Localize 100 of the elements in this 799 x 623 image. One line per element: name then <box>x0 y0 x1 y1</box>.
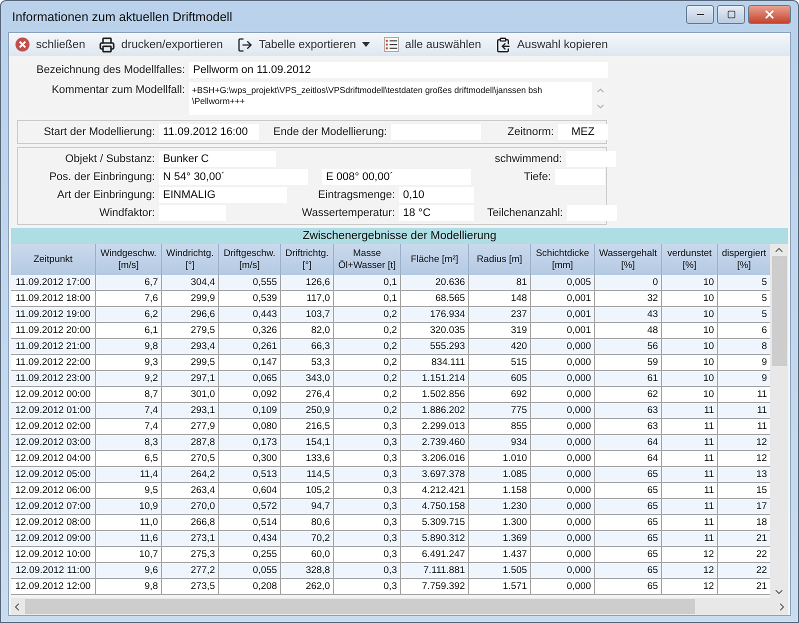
table-cell: 10,7 <box>96 547 162 562</box>
column-header[interactable]: Masse Öl+Wasser [t] <box>334 244 401 275</box>
table-cell: 1.437 <box>469 547 531 562</box>
floating-field[interactable] <box>566 151 616 167</box>
table-cell: 264,2 <box>162 467 219 482</box>
table-cell: 775 <box>469 403 531 418</box>
table-cell: 0,109 <box>219 403 281 418</box>
table-cell: 63 <box>595 419 662 434</box>
table-cell: 270,0 <box>162 499 219 514</box>
table-cell: 10 <box>662 371 718 386</box>
table-cell: 11 <box>662 419 718 434</box>
toolbar-button[interactable]: schließen <box>13 34 88 55</box>
table-cell: 4.212.421 <box>401 483 469 498</box>
table-cell: 297,1 <box>162 371 219 386</box>
table-cell: 276,4 <box>281 387 334 402</box>
table-cell: 0,055 <box>219 563 281 578</box>
toolbar-button[interactable]: Tabelle exportieren <box>234 34 372 55</box>
table-cell: 301,0 <box>162 387 219 402</box>
table-cell: 0,000 <box>531 563 595 578</box>
table-cell: 60,0 <box>281 547 334 562</box>
particle-count-field[interactable] <box>567 205 617 221</box>
table-cell: 299,5 <box>162 355 219 370</box>
column-header[interactable]: Driftrichtg. [°] <box>281 244 334 275</box>
table-cell: 273,5 <box>162 579 219 594</box>
table-cell: 11 <box>662 515 718 530</box>
table-cell: 1.085 <box>469 467 531 482</box>
table-cell: 11.09.2012 19:00 <box>11 307 96 322</box>
clipboard-icon <box>495 36 512 52</box>
substance-field[interactable]: Bunker C <box>159 151 276 167</box>
table-cell: 10 <box>662 291 718 306</box>
toolbar-button[interactable]: drucken/exportieren <box>97 34 225 55</box>
table-cell: 0,300 <box>219 451 281 466</box>
column-header[interactable]: Driftgeschw. [m/s] <box>219 244 281 275</box>
table-cell: 11.09.2012 20:00 <box>11 323 96 338</box>
table-cell: 12.09.2012 09:00 <box>11 531 96 546</box>
table-cell: 11.09.2012 22:00 <box>11 355 96 370</box>
table-cell: 12 <box>662 563 718 578</box>
table-cell: 12.09.2012 00:00 <box>11 387 96 402</box>
table-cell: 61 <box>595 371 662 386</box>
scroll-thumb[interactable] <box>772 256 786 366</box>
table-cell: 65 <box>595 483 662 498</box>
column-header[interactable]: Schichtdicke [mm] <box>531 244 595 275</box>
table-cell: 0,514 <box>219 515 281 530</box>
name-field[interactable]: Pellworm on 11.09.2012 <box>189 62 608 78</box>
table-cell: 299,9 <box>162 291 219 306</box>
table-cell: 12.09.2012 08:00 <box>11 515 96 530</box>
column-header[interactable]: Zeitpunkt <box>11 244 96 275</box>
vertical-scrollbar[interactable] <box>770 244 788 598</box>
table-cell: 2.299.013 <box>401 419 469 434</box>
table-cell: 320.035 <box>401 323 469 338</box>
depth-field[interactable] <box>555 169 605 185</box>
table-cell: 0,000 <box>531 547 595 562</box>
toolbar-button[interactable]: alle auswählen <box>382 34 484 55</box>
table-cell: 277,9 <box>162 419 219 434</box>
table-cell: 3.206.016 <box>401 451 469 466</box>
start-field[interactable]: 11.09.2012 16:00 <box>159 124 259 140</box>
water-temperature-field[interactable]: 18 °C <box>399 205 474 221</box>
column-header[interactable]: Wassergehalt [%] <box>595 244 662 275</box>
column-header[interactable]: Windgeschw. [m/s] <box>96 244 162 275</box>
table-cell: 1.369 <box>469 531 531 546</box>
table-cell: 11 <box>662 467 718 482</box>
column-header[interactable]: Radius [m] <box>469 244 531 275</box>
table-cell: 43 <box>595 307 662 322</box>
field-label: Wassertemperatur: <box>300 206 395 221</box>
table-cell: 0,000 <box>531 579 595 594</box>
scroll-thumb[interactable] <box>25 599 695 614</box>
close-button[interactable] <box>748 5 791 24</box>
field-label: Teilchenanzahl: <box>486 206 563 221</box>
field-label: Objekt / Substanz: <box>64 152 155 167</box>
table-cell: 176.934 <box>401 307 469 322</box>
table-cell: 0,147 <box>219 355 281 370</box>
table-cell: 5.309.715 <box>401 515 469 530</box>
table-cell: 0,000 <box>531 419 595 434</box>
time-zone-field[interactable]: MEZ <box>558 124 608 140</box>
table-cell: 154,1 <box>281 435 334 450</box>
table-cell: 56 <box>595 339 662 354</box>
column-header[interactable]: Fläche [m²] <box>401 244 469 275</box>
table-cell: 0,092 <box>219 387 281 402</box>
longitude-field[interactable]: E 008° 00,00´ <box>322 169 471 185</box>
table-title: Zwischenergebnisse der Modellierung <box>11 228 788 244</box>
amount-field[interactable]: 0,10 <box>399 187 474 203</box>
table-cell: 293,1 <box>162 403 219 418</box>
maximize-button[interactable] <box>717 5 745 24</box>
table-cell: 0,1 <box>334 275 401 290</box>
latitude-field[interactable]: N 54° 30,00´ <box>159 169 308 185</box>
release-type-field[interactable]: EINMALIG <box>159 187 287 203</box>
maximize-icon <box>726 10 736 19</box>
table-cell: 7.111.881 <box>401 563 469 578</box>
table-cell: 117,0 <box>281 291 334 306</box>
toolbar-button[interactable]: Auswahl kopieren <box>493 34 610 55</box>
table-cell: 11,0 <box>96 515 162 530</box>
table-cell: 9,6 <box>96 563 162 578</box>
window-title: Informationen zum aktuellen Driftmodell <box>11 10 232 24</box>
column-header[interactable]: Windrichtg. [°] <box>162 244 219 275</box>
column-header[interactable]: dispergiert [%] <box>718 244 770 275</box>
table-cell: 0,513 <box>219 467 281 482</box>
table-cell: 0,3 <box>334 483 401 498</box>
horizontal-scrollbar[interactable] <box>11 598 788 615</box>
column-header[interactable]: verdunstet [%] <box>662 244 718 275</box>
table-cell: 94,7 <box>281 499 334 514</box>
